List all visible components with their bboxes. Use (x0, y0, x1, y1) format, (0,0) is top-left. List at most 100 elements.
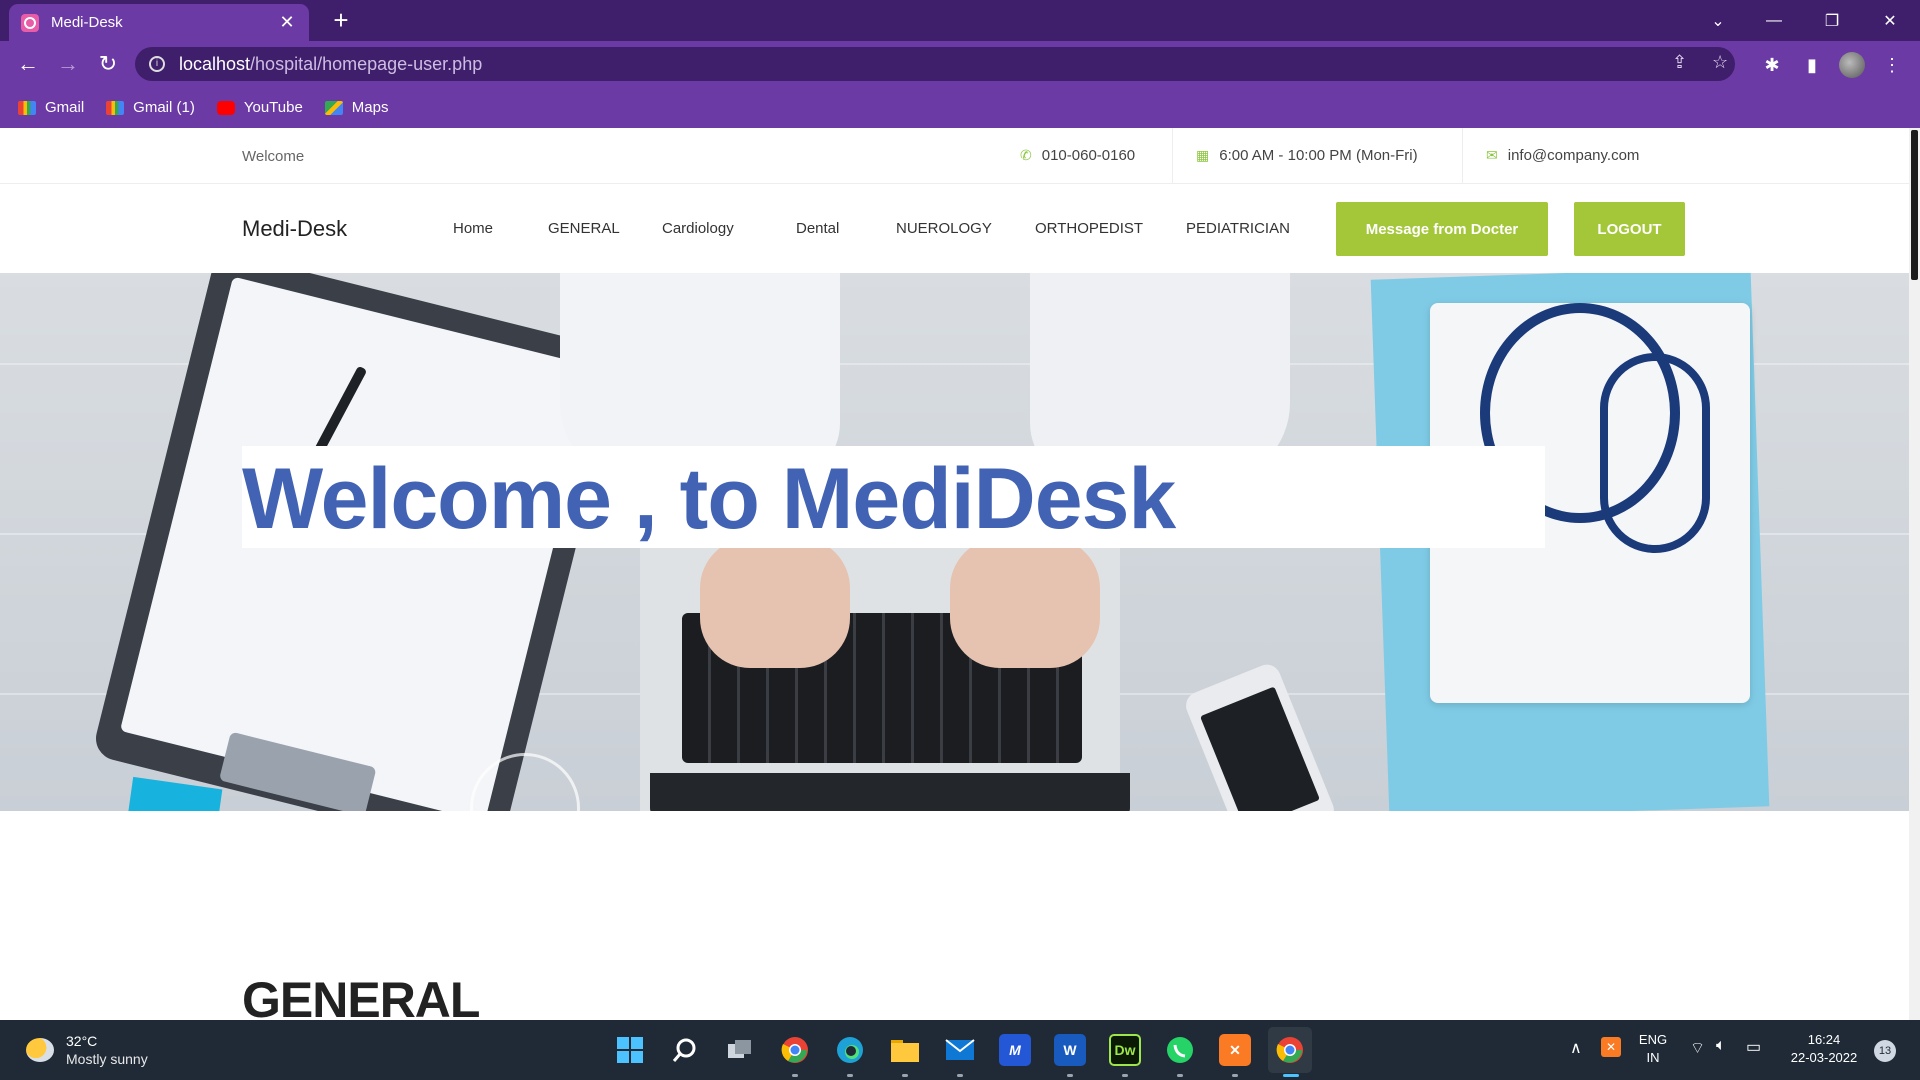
gmail-icon (106, 100, 125, 115)
wifi-icon[interactable]: ⌔ (1690, 1038, 1705, 1058)
laptop-base-image (650, 773, 1130, 811)
minimize-button[interactable]: — (1746, 0, 1802, 41)
favicon-icon (21, 13, 39, 32)
hero-title: Welcome , to MediDesk (242, 451, 1176, 547)
address-bar[interactable]: i localhost /hospital/homepage-user.php (135, 47, 1735, 81)
logout-button[interactable]: LOGOUT (1574, 202, 1685, 256)
weather-widget[interactable]: 32°C Mostly sunny (26, 1032, 148, 1068)
task-view-icon[interactable] (724, 1034, 756, 1066)
welcome-text: Welcome (242, 148, 305, 165)
info-topbar: Welcome ✆ 010-060-0160 ▦ 6:00 AM - 10:00… (0, 128, 1909, 184)
partly-sunny-icon (26, 1038, 54, 1062)
hand-image (700, 538, 850, 668)
close-tab-icon[interactable]: ✕ (277, 12, 297, 33)
nav-link-neurology[interactable]: NUEROLOGY (896, 220, 992, 237)
calendar-icon: ▦ (1196, 147, 1210, 163)
new-tab-button[interactable]: + (326, 6, 356, 36)
notification-badge[interactable]: 13 (1874, 1040, 1896, 1062)
whatsapp-icon[interactable] (1164, 1034, 1196, 1066)
nav-link-pediatrician[interactable]: PEDIATRICIAN (1186, 220, 1290, 237)
hero-title-box: Welcome , to MediDesk (242, 446, 1545, 548)
xampp-tray-icon[interactable]: ✕ (1601, 1037, 1621, 1057)
nav-link-dental[interactable]: Dental (796, 220, 839, 237)
side-panel-icon[interactable]: ▮ (1798, 51, 1826, 79)
bookmark-star-icon[interactable]: ☆ (1712, 52, 1728, 73)
chrome-icon[interactable] (779, 1034, 811, 1066)
site-logo[interactable]: Medi-Desk (242, 216, 347, 242)
phone-image (1181, 660, 1339, 811)
active-indicator (1283, 1074, 1299, 1077)
language: ENG (1638, 1032, 1668, 1047)
running-indicator (792, 1074, 798, 1077)
scrollbar-thumb[interactable] (1911, 130, 1918, 280)
phone-number: 010-060-0160 (1041, 147, 1136, 164)
search-icon[interactable] (669, 1034, 701, 1066)
section-title-general: GENERAL (242, 972, 480, 1020)
bookmark-label: Gmail (1) (133, 99, 195, 116)
windows-taskbar: 32°C Mostly sunny M W Dw ✕ ∧ ✕ ENG IN ⌔ … (0, 1020, 1920, 1080)
tab-title: Medi-Desk (51, 14, 123, 31)
menu-kebab-icon[interactable]: ⋮ (1878, 51, 1906, 79)
extensions-icon[interactable]: ✱ (1758, 51, 1786, 79)
edge-icon[interactable] (834, 1034, 866, 1066)
bookmark-maps[interactable]: Maps (324, 99, 389, 116)
bookmarks-bar: Gmail Gmail (1) YouTube Maps (0, 87, 1920, 128)
nav-link-general[interactable]: GENERAL (548, 220, 620, 237)
bookmark-label: Gmail (45, 99, 85, 116)
phone-info: ✆ 010-060-0160 (1020, 147, 1135, 164)
weather-description: Mostly sunny (66, 1051, 148, 1067)
site-info-icon[interactable]: i (149, 56, 165, 72)
bookmark-label: Maps (351, 99, 389, 116)
date: 22-03-2022 (1790, 1050, 1858, 1065)
file-explorer-icon[interactable] (889, 1034, 921, 1066)
running-indicator (1122, 1074, 1128, 1077)
profile-avatar[interactable] (1838, 51, 1866, 79)
close-window-button[interactable]: ✕ (1862, 0, 1918, 41)
forward-icon[interactable]: → (52, 48, 84, 80)
nav-link-cardiology[interactable]: Cardiology (662, 220, 734, 237)
browser-toolbar: ← → ↻ i localhost /hospital/homepage-use… (0, 41, 1920, 87)
hours-info: ▦ 6:00 AM - 10:00 PM (Mon-Fri) (1196, 147, 1418, 164)
mail-app-icon[interactable] (944, 1034, 976, 1066)
restore-button[interactable]: ❐ (1804, 0, 1860, 41)
phone-icon: ✆ (1020, 147, 1032, 163)
dreamweaver-icon[interactable]: Dw (1109, 1034, 1141, 1066)
page-scrollbar[interactable] (1909, 128, 1920, 1020)
bookmark-gmail[interactable]: Gmail (18, 99, 84, 116)
back-icon[interactable]: ← (12, 48, 44, 80)
reload-icon[interactable]: ↻ (92, 48, 124, 80)
region: IN (1646, 1050, 1660, 1065)
browser-tab[interactable]: Medi-Desk ✕ (9, 4, 309, 41)
nav-link-home[interactable]: Home (453, 220, 493, 237)
email-info: ✉ info@company.com (1486, 147, 1639, 164)
running-indicator (1177, 1074, 1183, 1077)
show-hidden-icons-icon[interactable]: ∧ (1570, 1038, 1582, 1058)
battery-icon[interactable]: ▭ (1746, 1037, 1761, 1057)
divider (1462, 128, 1463, 184)
volume-icon[interactable]: 🔈︎ (1716, 1037, 1726, 1055)
running-indicator (1067, 1074, 1073, 1077)
share-icon[interactable]: ⇪ (1672, 52, 1687, 73)
gmail-icon (18, 100, 36, 115)
chrome-active-icon[interactable] (1268, 1027, 1312, 1073)
clock[interactable]: 16:24 22-03-2022 (1782, 1031, 1866, 1067)
tab-search-icon[interactable]: ⌄ (1690, 0, 1746, 41)
xampp-icon[interactable]: ✕ (1219, 1034, 1251, 1066)
running-indicator (957, 1074, 963, 1077)
bookmark-youtube[interactable]: YouTube (216, 99, 303, 116)
stethoscope-image (1600, 353, 1710, 553)
url-path: /hospital/homepage-user.php (250, 53, 483, 74)
word-icon[interactable]: W (1054, 1034, 1086, 1066)
language-indicator[interactable]: ENG IN (1636, 1031, 1670, 1067)
main-navigation: Medi-Desk Home GENERAL Cardiology Dental… (0, 185, 1909, 273)
bookmark-gmail-1[interactable]: Gmail (1) (106, 99, 195, 116)
message-from-doctor-button[interactable]: Message from Docter (1336, 202, 1548, 256)
code-app-icon[interactable]: M (999, 1034, 1031, 1066)
hero-banner: Welcome , to MediDesk (0, 273, 1909, 811)
running-indicator (902, 1074, 908, 1077)
youtube-icon (216, 100, 235, 115)
nav-link-orthopedist[interactable]: ORTHOPEDIST (1035, 220, 1143, 237)
maps-icon (324, 100, 343, 115)
email-address[interactable]: info@company.com (1508, 147, 1640, 164)
start-icon[interactable] (614, 1034, 646, 1066)
